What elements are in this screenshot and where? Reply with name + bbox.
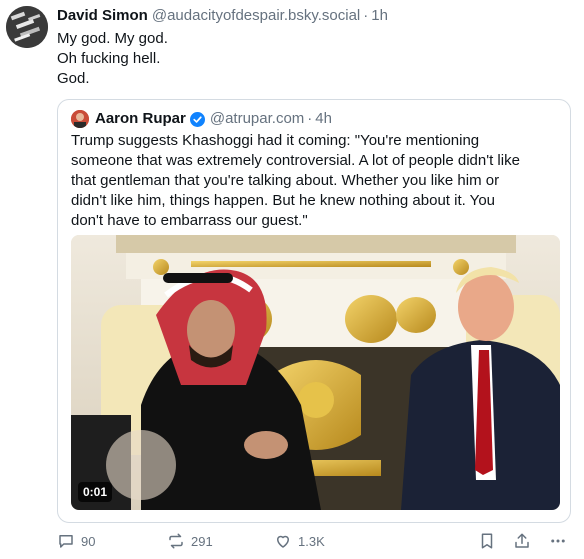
verified-badge-icon <box>189 111 205 127</box>
separator-dot: · <box>363 7 369 24</box>
share-icon <box>515 533 529 548</box>
quoted-post-header: Aaron Rupar @atrupar.com · 4h <box>95 110 332 128</box>
reply-button[interactable]: 90 <box>57 532 95 550</box>
video-player[interactable]: 0:01 <box>71 235 560 510</box>
speech-bubble-icon <box>59 535 73 548</box>
video-thumbnail <box>71 235 560 510</box>
quoted-text-line: that gentleman that you're talking about… <box>71 172 500 189</box>
quoted-text-line: Trump suggests Khashoggi had it coming: … <box>71 132 480 149</box>
reply-count: 90 <box>81 533 96 549</box>
post-text-line: Oh fucking hell. <box>57 50 161 67</box>
author-avatar-image <box>6 6 48 48</box>
post-text-line: My god. My god. <box>57 30 168 47</box>
repost-button[interactable]: 291 <box>167 532 213 550</box>
quoted-text-line: didn't like him, things happen. But he k… <box>71 192 495 209</box>
like-count: 1.3K <box>298 533 325 549</box>
repost-count: 291 <box>191 533 213 549</box>
quoted-text-line: someone that was extremely controversial… <box>71 152 520 169</box>
quoted-author-handle: @atrupar.com <box>209 110 305 127</box>
video-duration: 0:01 <box>78 482 113 502</box>
more-options-button[interactable] <box>549 532 567 550</box>
like-button[interactable]: 1.3K <box>274 532 325 550</box>
author-avatar[interactable] <box>6 6 48 48</box>
separator-dot: · <box>307 110 313 127</box>
bookmark-button[interactable] <box>478 532 496 550</box>
post-text: My god. My god. Oh fucking hell. God. <box>57 29 168 89</box>
quoted-text-line: don't have to embarrass our guest." <box>71 212 308 229</box>
repost-arrows-icon <box>169 533 183 549</box>
quoted-author-avatar <box>71 110 89 128</box>
quoted-post-text: Trump suggests Khashoggi had it coming: … <box>71 131 563 231</box>
heart-icon <box>277 535 289 548</box>
quoted-author-name: Aaron Rupar <box>95 110 186 127</box>
share-button[interactable] <box>513 532 531 550</box>
quoted-post[interactable]: Aaron Rupar @atrupar.com · 4h Trump sugges… <box>57 99 571 523</box>
quoted-post-time: 4h <box>315 110 332 127</box>
action-bar: 90 291 1.3K <box>57 532 573 552</box>
more-dots-icon <box>551 539 565 543</box>
post-header: David Simon @audacityofdespair.bsky.socia… <box>57 7 388 25</box>
bookmark-icon <box>481 533 493 549</box>
post-text-line: God. <box>57 70 90 87</box>
author-handle[interactable]: @audacityofdespair.bsky.social <box>152 7 360 24</box>
author-name[interactable]: David Simon <box>57 7 148 24</box>
post-time[interactable]: 1h <box>371 7 388 24</box>
